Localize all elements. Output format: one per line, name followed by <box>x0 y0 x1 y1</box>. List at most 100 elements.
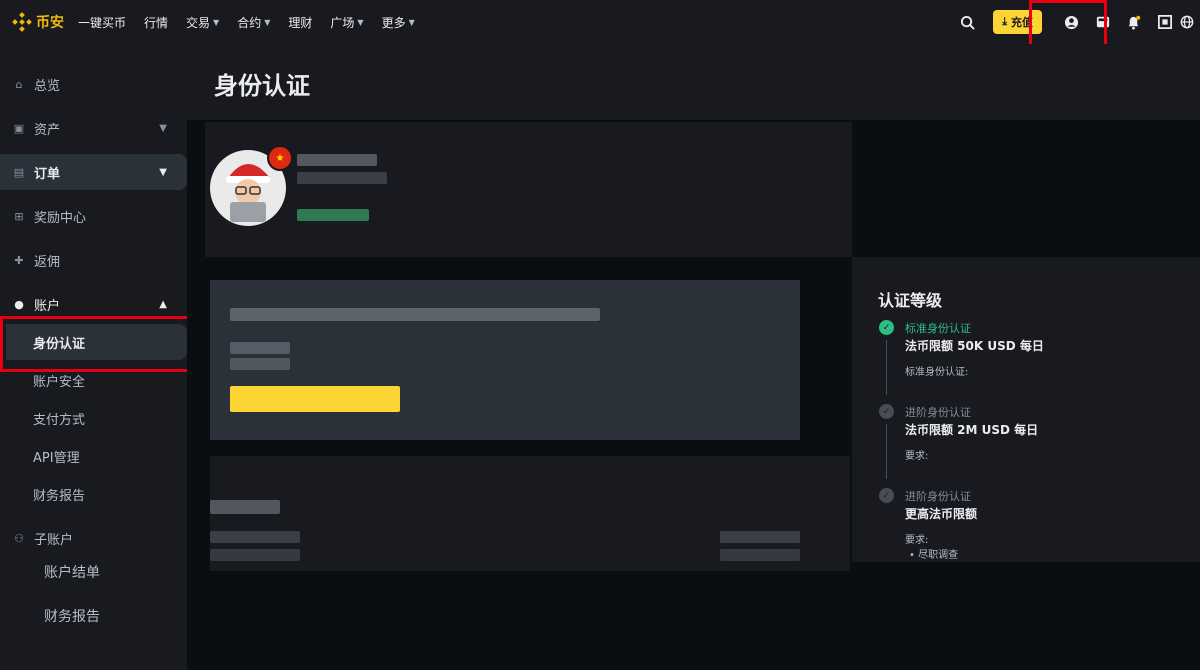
nav-label: 行情 <box>144 15 169 30</box>
chevron-down-icon: ▼ <box>159 122 167 134</box>
add-user-icon: ✚ <box>14 253 24 267</box>
page-header: 身份认证 <box>187 44 1200 120</box>
level-requirement: 要求: <box>905 451 929 462</box>
top-navigation-bar: 币安 一键买币 行情 交易 ▼ 合约 ▼ 理财 广场 ▼ 更多 ▼ ⤓ 充值 <box>0 0 1200 44</box>
nav-label: 更多 <box>381 15 406 30</box>
sidebar-item-account-security[interactable]: 账户安全 <box>0 362 187 398</box>
sidebar-item-overview[interactable]: ⌂ 总览 <box>0 66 187 102</box>
check-circle-icon: ✓ <box>879 404 894 419</box>
page-title: 身份认证 <box>214 72 310 100</box>
nav-earn[interactable]: 理财 <box>288 14 312 31</box>
main-nav: 一键买币 行情 交易 ▼ 合约 ▼ 理财 广场 ▼ 更多 ▼ <box>78 14 433 31</box>
step-connector <box>886 340 887 395</box>
sidebar-item-label: 返佣 <box>34 254 61 270</box>
nav-buy-crypto[interactable]: 一键买币 <box>78 14 126 31</box>
nav-trade[interactable]: 交易 ▼ <box>186 14 219 31</box>
sidebar-item-api-management[interactable]: API管理 <box>0 438 187 474</box>
sidebar: ⌂ 总览 ▣ 资产 ▼ ▤ 订单 ▼ ⊞ 奖励中心 ✚ 返佣 ● 账户 ▲ 身份认证 账户安全 支… <box>0 44 210 670</box>
step-connector <box>886 424 887 479</box>
sidebar-item-referral[interactable]: ✚ 返佣 <box>0 242 187 278</box>
level-requirement-bullet: • 尽职调查 <box>909 550 959 561</box>
info-right-redacted <box>720 531 800 543</box>
main-content: 身份认证 ★ 认证等级 ✓ 标准身份认证 法币限额 50K USD 每日 标准身 <box>187 44 1200 670</box>
users-icon: ⚇ <box>14 531 24 545</box>
nav-label: 交易 <box>186 15 211 30</box>
notice-text-redacted <box>230 308 600 321</box>
nav-markets[interactable]: 行情 <box>144 14 168 31</box>
chevron-down-icon: ▼ <box>159 166 167 178</box>
deposit-label: 充值 <box>1011 16 1033 29</box>
verification-levels-panel: 认证等级 ✓ 标准身份认证 法币限额 50K USD 每日 标准身份认证: ✓ … <box>852 257 1200 562</box>
nav-label: 合约 <box>237 15 262 30</box>
verification-levels-title: 认证等级 <box>878 291 943 310</box>
sidebar-item-account[interactable]: ● 账户 ▲ <box>0 286 187 322</box>
sidebar-item-label: 财务报告 <box>33 488 86 504</box>
user-profile-icon[interactable] <box>1056 0 1087 44</box>
profile-card <box>205 122 852 257</box>
sidebar-item-label: 总览 <box>34 78 61 94</box>
sidebar-item-label: 身份认证 <box>33 336 86 352</box>
level-name: 进阶身份认证 <box>905 490 971 503</box>
verified-badge-redacted <box>297 209 369 221</box>
chevron-down-icon: ▼ <box>357 17 364 27</box>
sidebar-item-label: 订单 <box>34 166 61 182</box>
level-limit: 法币限额 50K USD 每日 <box>905 339 1044 353</box>
china-flag-icon: ★ <box>267 145 293 171</box>
chevron-down-icon: ▼ <box>213 17 220 27</box>
sidebar-item-financial-reports[interactable]: 财务报告 <box>0 476 187 512</box>
orders-icon: ▤ <box>13 165 25 179</box>
check-circle-icon: ✓ <box>879 320 894 335</box>
sidebar-item-label: 账户 <box>34 298 61 314</box>
sidebar-item-account-statement[interactable]: 账户结单 <box>44 562 100 582</box>
sidebar-item-label: 账户安全 <box>33 374 86 390</box>
nav-label: 一键买币 <box>78 15 127 30</box>
sidebar-item-orders[interactable]: ▤ 订单 ▼ <box>0 154 187 190</box>
verify-button-redacted[interactable] <box>230 386 400 412</box>
brand-logo[interactable]: 币安 <box>12 12 64 32</box>
ticket-icon: ⊞ <box>14 209 24 223</box>
header-actions: ⤓ 充值 <box>952 0 1200 44</box>
notice-card <box>210 280 800 440</box>
level-name: 标准身份认证 <box>905 322 971 335</box>
bullet-text: 尽职调查 <box>918 550 959 561</box>
download-icon: ⤓ <box>1002 15 1008 28</box>
sidebar-item-label: 资产 <box>34 122 61 138</box>
info-value-redacted <box>210 531 300 543</box>
notification-bell-icon[interactable] <box>1118 0 1149 44</box>
info-label-redacted <box>210 500 280 514</box>
sidebar-item-label: API管理 <box>33 450 80 466</box>
level-limit: 法币限额 2M USD 每日 <box>905 423 1039 437</box>
info-value-redacted-2 <box>210 549 300 561</box>
sidebar-item-label: 财务报告 <box>44 609 100 625</box>
home-icon: ⌂ <box>15 77 23 91</box>
level-name: 进阶身份认证 <box>905 406 971 419</box>
sidebar-item-rewards[interactable]: ⊞ 奖励中心 <box>0 198 187 234</box>
level-limit: 更高法币限额 <box>905 507 978 521</box>
chevron-up-icon: ▲ <box>159 298 167 310</box>
globe-language-icon[interactable] <box>1180 0 1200 44</box>
search-icon[interactable] <box>952 0 983 44</box>
sidebar-item-sub-financial-reports[interactable]: 财务报告 <box>44 606 100 626</box>
notice-subtext-redacted <box>230 342 290 354</box>
level-requirement: 标准身份认证: <box>905 367 969 378</box>
sidebar-item-subaccount[interactable]: ⚇ 子账户 <box>0 520 187 556</box>
sidebar-item-label: 账户结单 <box>44 565 100 581</box>
sidebar-item-payment-methods[interactable]: 支付方式 <box>0 400 187 436</box>
nav-label: 广场 <box>330 15 355 30</box>
nav-futures[interactable]: 合约 ▼ <box>237 14 270 31</box>
sidebar-item-label: 奖励中心 <box>34 210 87 226</box>
chevron-down-icon: ▼ <box>408 17 415 27</box>
sidebar-item-label: 支付方式 <box>33 412 86 428</box>
nav-square[interactable]: 广场 ▼ <box>330 14 363 31</box>
userid-redacted <box>297 172 387 184</box>
qr-scan-icon[interactable] <box>1149 0 1180 44</box>
chevron-down-icon: ▼ <box>264 17 271 27</box>
username-redacted <box>297 154 377 166</box>
wallet-icon[interactable] <box>1087 0 1118 44</box>
deposit-button[interactable]: ⤓ 充值 <box>993 10 1042 34</box>
level-requirement: 要求: <box>905 535 929 546</box>
nav-more[interactable]: 更多 ▼ <box>382 14 415 31</box>
sidebar-item-assets[interactable]: ▣ 资产 ▼ <box>0 110 187 146</box>
sidebar-item-label: 子账户 <box>34 532 74 548</box>
sidebar-item-identity-verification[interactable]: 身份认证 <box>6 324 187 360</box>
